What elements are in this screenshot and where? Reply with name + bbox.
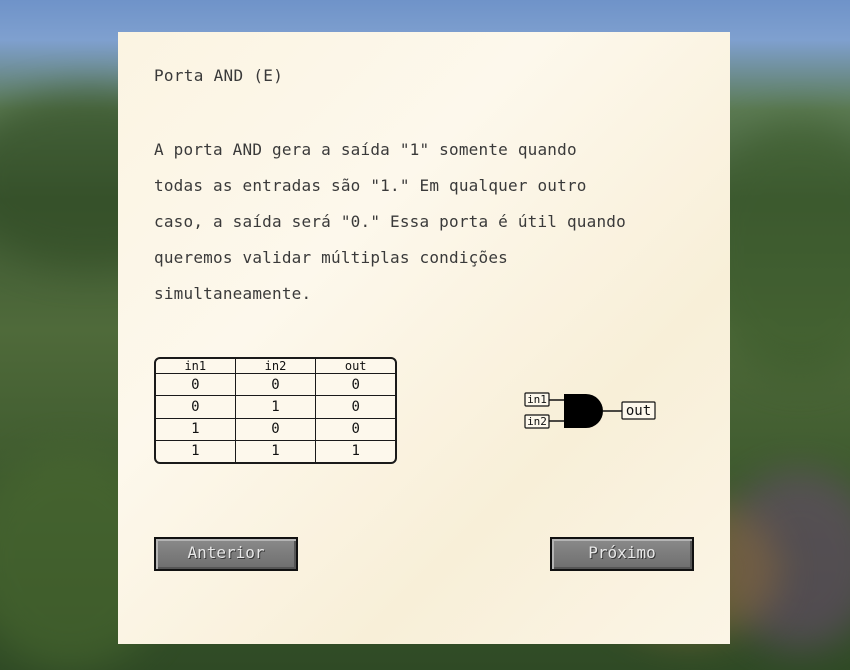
input2-label: in2 [527,415,547,428]
header-in2: in2 [234,359,317,374]
description-line: queremos validar múltiplas condições [154,248,508,267]
description-text: A porta AND gera a saída "1" somente qua… [154,132,694,312]
description-line: caso, a saída será "0." Essa porta é úti… [154,212,626,231]
page-title: Porta AND (E) [154,66,284,85]
header-out: out [315,359,395,374]
input1-label: in1 [527,393,547,406]
table-cell: 1 [315,439,395,462]
description-line: A porta AND gera a saída "1" somente qua… [154,140,577,159]
table-cell: 0 [315,395,395,419]
table-cell: 0 [234,372,317,397]
table-cell: 0 [234,417,317,441]
table-cell: 0 [315,417,395,441]
tutorial-panel: Porta AND (E) A porta AND gera a saída "… [118,32,730,644]
table-cell: 1 [156,417,236,441]
table-row: 0 0 0 [156,372,395,397]
previous-button[interactable]: Anterior [154,537,298,571]
truth-table: in1 in2 out 0 0 0 0 1 0 1 0 0 1 1 1 [154,357,397,464]
table-row: 0 1 0 [156,395,395,419]
table-cell: 1 [234,439,317,462]
table-row: 1 1 1 [156,439,395,462]
table-row: 1 0 0 [156,417,395,441]
table-cell: 1 [234,395,317,419]
table-cell: 0 [156,395,236,419]
description-line: todas as entradas são "1." Em qualquer o… [154,176,587,195]
description-line: simultaneamente. [154,284,312,303]
output-label: out [626,403,651,419]
next-button[interactable]: Próximo [550,537,694,571]
header-in1: in1 [156,359,236,374]
and-gate-diagram: in1 in2 out [524,392,656,429]
and-gate-icon [564,394,603,428]
table-cell: 0 [156,372,236,397]
table-cell: 0 [315,372,395,397]
truth-table-header: in1 in2 out [156,359,395,374]
table-cell: 1 [156,439,236,462]
